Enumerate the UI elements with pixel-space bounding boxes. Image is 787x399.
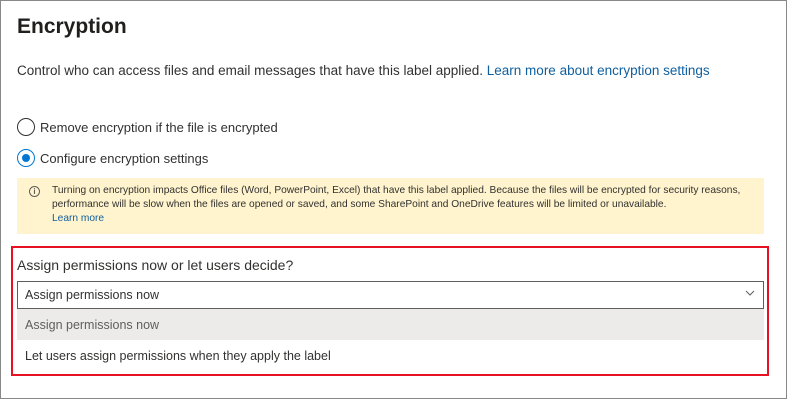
permissions-question-label: Assign permissions now or let users deci… [17, 257, 294, 273]
page-title: Encryption [17, 15, 127, 38]
description-text: Control who can access files and email m… [17, 63, 484, 78]
encryption-notice: i Turning on encryption impacts Office f… [17, 178, 764, 234]
notice-text: Turning on encryption impacts Office fil… [52, 185, 741, 210]
notice-learn-more-link[interactable]: Learn more [52, 213, 104, 224]
radio-configure-encryption[interactable]: Configure encryption settings [17, 149, 208, 167]
chevron-down-icon [745, 290, 755, 296]
permissions-dropdown[interactable]: Assign permissions now [17, 281, 764, 309]
dropdown-option-let-users-assign[interactable]: Let users assign permissions when they a… [17, 340, 764, 371]
permissions-dropdown-menu: Assign permissions now Let users assign … [17, 309, 764, 372]
radio-unchecked-icon[interactable] [17, 118, 35, 136]
permissions-dropdown-value: Assign permissions now [25, 288, 160, 302]
dropdown-option-assign-now[interactable]: Assign permissions now [17, 309, 764, 340]
learn-more-encryption-link[interactable]: Learn more about encryption settings [487, 63, 710, 78]
radio-configure-encryption-label: Configure encryption settings [40, 150, 209, 166]
radio-remove-encryption-label: Remove encryption if the file is encrypt… [40, 119, 278, 135]
radio-checked-icon[interactable] [17, 149, 35, 167]
info-icon: i [29, 186, 40, 197]
radio-remove-encryption[interactable]: Remove encryption if the file is encrypt… [17, 118, 278, 136]
page-description: Control who can access files and email m… [17, 63, 710, 78]
